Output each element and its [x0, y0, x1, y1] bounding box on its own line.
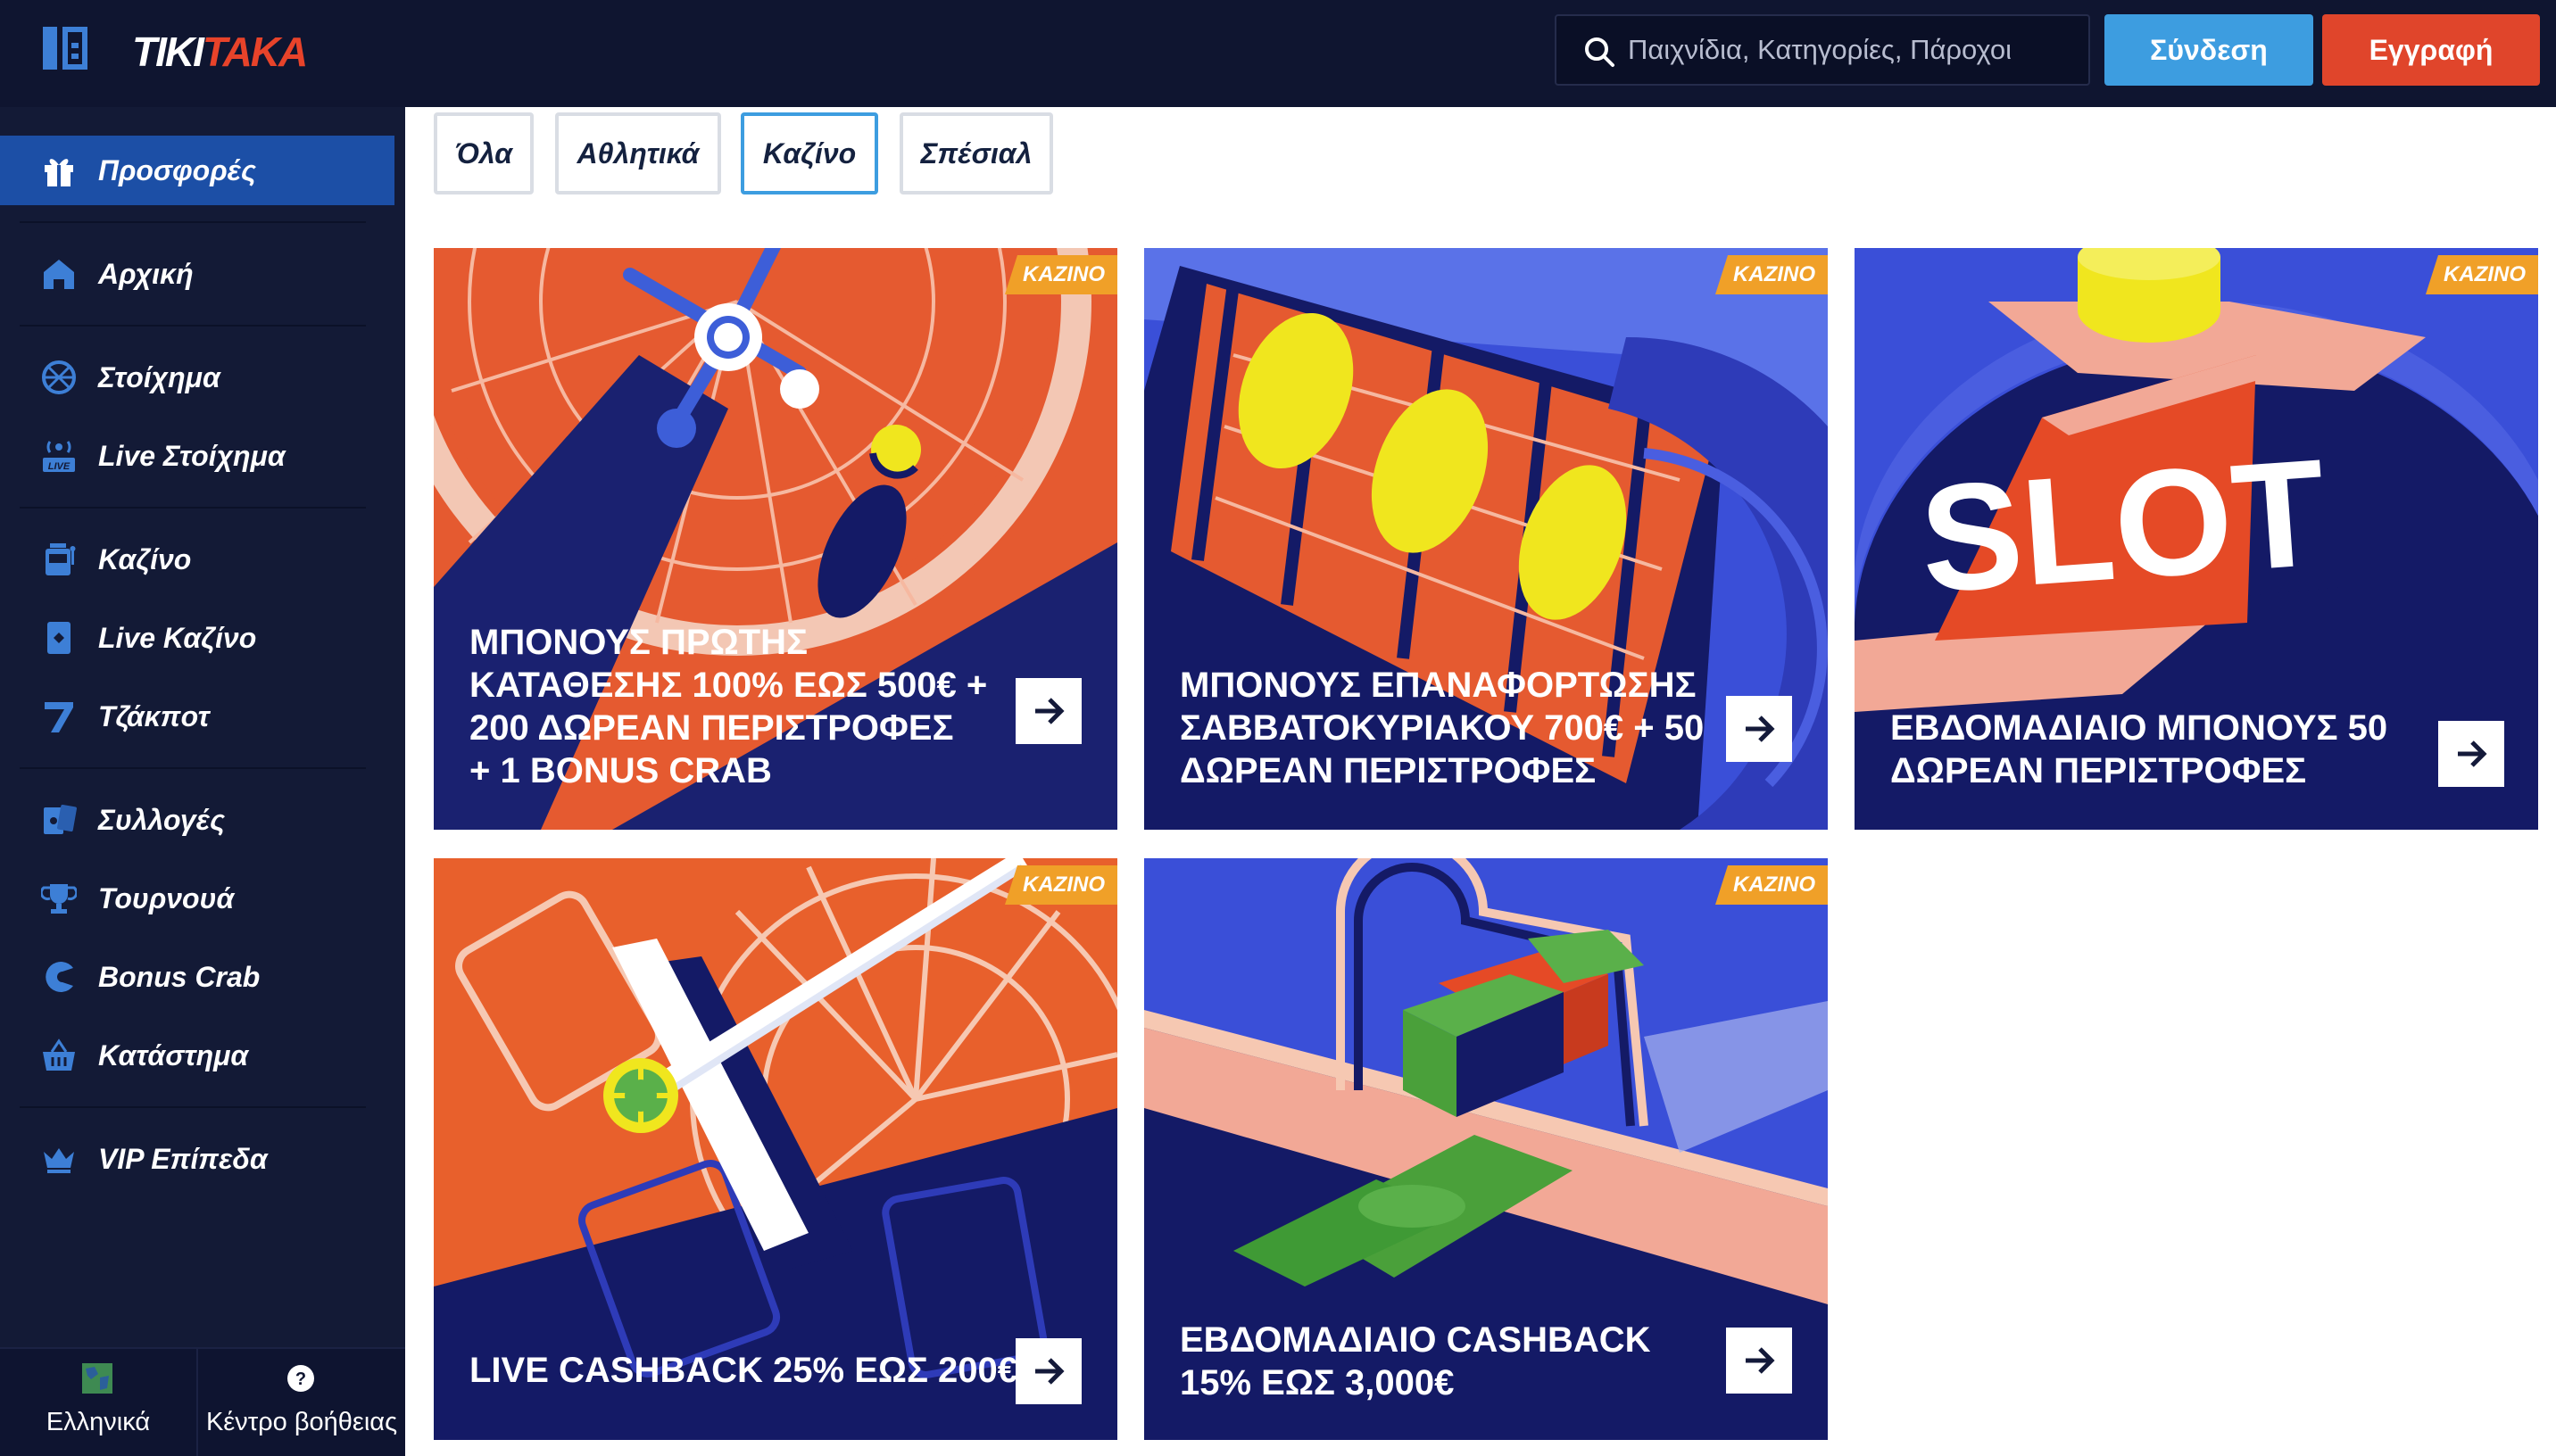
menu-toggle-icon[interactable]: [43, 27, 87, 70]
sidebar-item-label: Συλλογές: [98, 803, 226, 836]
divider: [20, 325, 366, 327]
promo-arrow-button[interactable]: [1016, 1338, 1082, 1404]
top-header: TIKITAKA Σύνδεση Εγγραφή: [0, 0, 2556, 107]
sidebar-item-tournaments[interactable]: Τουρνουά: [0, 864, 394, 933]
promo-card[interactable]: ΚΑΖΙΝΟ ΜΠΟΝΟΥΣ ΠΡΩΤΗΣ ΚΑΤΑΘΕΣΗΣ 100% ΕΩΣ …: [434, 248, 1117, 830]
tab-casino[interactable]: Καζίνο: [741, 112, 878, 194]
crown-icon: [39, 1139, 79, 1179]
globe-icon: [82, 1363, 112, 1394]
sidebar-item-jackpot[interactable]: Τζάκποτ: [0, 682, 394, 751]
promo-arrow-button[interactable]: [1726, 1328, 1792, 1394]
sidebar-item-promotions[interactable]: Προσφορές: [0, 136, 394, 205]
sidebar-item-vip[interactable]: VIP Επίπεδα: [0, 1124, 394, 1194]
sidebar-item-bonus-crab[interactable]: Bonus Crab: [0, 942, 394, 1012]
language-button[interactable]: Ελληνικά: [0, 1349, 196, 1456]
arrow-right-icon: [1746, 716, 1775, 742]
arrow-right-icon: [2458, 740, 2487, 767]
promo-card[interactable]: ΚΑΖΙΝΟ LIVE CASHBACK 25% ΕΩΣ 200€: [434, 858, 1117, 1440]
help-center-button[interactable]: ? Κέντρο βοήθειας: [198, 1349, 405, 1456]
category-badge: ΚΑΖΙΝΟ: [1005, 865, 1117, 905]
sidebar-item-betting[interactable]: Στοίχημα: [0, 343, 394, 412]
category-badge: ΚΑΖΙΝΟ: [1715, 865, 1828, 905]
promo-arrow-button[interactable]: [1726, 696, 1792, 762]
sidebar-item-casino[interactable]: Καζίνο: [0, 525, 394, 594]
tab-all[interactable]: Όλα: [434, 112, 534, 194]
sidebar-item-label: Live Καζίνο: [98, 621, 257, 654]
promo-title: ΜΠΟΝΟΥΣ ΕΠΑΝΑΦΟΡΤΩΣΗΣ ΣΑΒΒΑΤΟΚΥΡΙΑΚΟΥ 700…: [1180, 666, 1705, 790]
help-icon: ?: [287, 1365, 314, 1392]
promo-title: ΜΠΟΝΟΥΣ ΠΡΩΤΗΣ ΚΑΤΑΘΕΣΗΣ 100% ΕΩΣ 500€ +2…: [469, 623, 988, 790]
register-button[interactable]: Εγγραφή: [2322, 14, 2540, 86]
promo-title: LIVE CASHBACK 25% ΕΩΣ 200€: [469, 1351, 1018, 1390]
site-logo[interactable]: TIKITAKA: [132, 25, 308, 79]
promo-arrow-button[interactable]: [2438, 721, 2504, 787]
divider: [20, 767, 366, 769]
language-label: Ελληνικά: [46, 1408, 151, 1436]
card-icon: [39, 618, 79, 658]
sidebar-item-label: Στοίχημα: [98, 360, 220, 393]
crab-icon: [39, 957, 79, 997]
promo-card[interactable]: SLOT ΚΑΖΙΝΟ ΕΒΔΟΜΑΔΙΑΙΟ ΜΠΟΝΟΥΣ 50 ΔΩΡΕΑΝ…: [1855, 248, 2538, 830]
logo-text-red: TAKA: [202, 29, 308, 75]
sidebar-item-label: Τουρνουά: [98, 881, 235, 914]
sidebar: Προσφορές Αρχική Στοίχημα LIVE Live Στοί…: [0, 107, 405, 1456]
category-badge: ΚΑΖΙΝΟ: [2426, 255, 2538, 294]
search-box[interactable]: [1555, 14, 2090, 86]
arrow-right-icon: [1746, 1347, 1775, 1374]
sidebar-item-label: Καζίνο: [98, 542, 192, 575]
tab-sports[interactable]: Αθλητικά: [555, 112, 721, 194]
divider: [20, 1106, 366, 1108]
ball-icon: [39, 358, 79, 397]
promo-card[interactable]: ΚΑΖΙΝΟ ΕΒΔΟΜΑΔΙΑΙΟ CASHBACK 15% ΕΩΣ 3,000…: [1144, 858, 1828, 1440]
promo-card[interactable]: ΚΑΖΙΝΟ ΜΠΟΝΟΥΣ ΕΠΑΝΑΦΟΡΤΩΣΗΣ ΣΑΒΒΑΤΟΚΥΡΙΑ…: [1144, 248, 1828, 830]
sidebar-item-label: Live Στοίχημα: [98, 439, 286, 472]
arrow-right-icon: [1035, 698, 1065, 724]
arrow-right-icon: [1035, 1358, 1065, 1385]
sidebar-item-home[interactable]: Αρχική: [0, 239, 394, 309]
sidebar-item-shop[interactable]: Κατάστημα: [0, 1021, 394, 1090]
search-input[interactable]: [1628, 16, 2074, 84]
sidebar-item-live-casino[interactable]: Live Καζίνο: [0, 603, 394, 673]
category-badge: ΚΑΖΙΝΟ: [1005, 255, 1117, 294]
basket-icon: [39, 1036, 79, 1075]
sidebar-footer: Ελληνικά ? Κέντρο βοήθειας: [0, 1347, 405, 1456]
search-icon: [1585, 37, 1614, 67]
svg-text:?: ?: [295, 1369, 306, 1389]
slot-machine-icon: [39, 540, 79, 579]
tab-special[interactable]: Σπέσιαλ: [900, 112, 1053, 194]
logo-text-white: TIKI: [132, 29, 204, 75]
cards-icon: [39, 800, 79, 840]
svg-text:LIVE: LIVE: [48, 461, 71, 472]
promo-title: ΕΒΔΟΜΑΔΙΑΙΟ ΜΠΟΝΟΥΣ 50 ΔΩΡΕΑΝ ΠΕΡΙΣΤΡΟΦΕΣ: [1890, 708, 2388, 790]
sidebar-item-label: VIP Επίπεδα: [98, 1142, 268, 1175]
divider: [20, 507, 366, 509]
sidebar-item-label: Αρχική: [98, 257, 194, 290]
sidebar-item-collections[interactable]: Συλλογές: [0, 785, 394, 855]
sidebar-item-label: Κατάστημα: [98, 1038, 249, 1071]
home-icon: [39, 254, 79, 294]
help-label: Κέντρο βοήθειας: [205, 1408, 398, 1436]
sidebar-item-label: Προσφορές: [98, 153, 256, 186]
sidebar-item-live-betting[interactable]: LIVE Live Στοίχημα: [0, 421, 394, 491]
sidebar-item-label: Bonus Crab: [98, 960, 261, 993]
gift-icon: [39, 151, 79, 190]
trophy-icon: [39, 879, 79, 918]
category-badge: ΚΑΖΙΝΟ: [1715, 255, 1828, 294]
seven-icon: [39, 697, 79, 736]
divider: [20, 221, 366, 223]
promo-arrow-button[interactable]: [1016, 678, 1082, 744]
svg-text:SLOT: SLOT: [1915, 427, 2330, 625]
login-button[interactable]: Σύνδεση: [2104, 14, 2313, 86]
promo-title: ΕΒΔΟΜΑΔΙΑΙΟ CASHBACK 15% ΕΩΣ 3,000€: [1180, 1320, 1651, 1402]
live-broadcast-icon: LIVE: [39, 436, 79, 476]
sidebar-item-label: Τζάκποτ: [98, 699, 210, 732]
